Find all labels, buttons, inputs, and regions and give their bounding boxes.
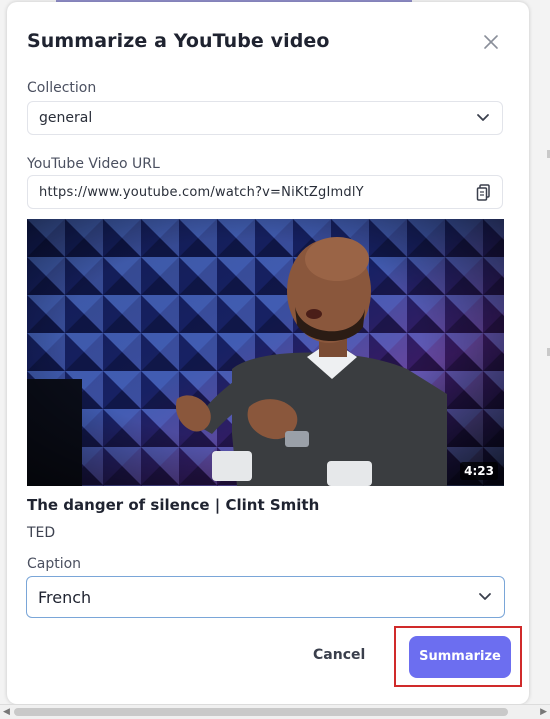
horizontal-scrollbar[interactable]: ◀ ▶ [0, 704, 550, 719]
scroll-right-icon[interactable]: ▶ [540, 707, 547, 717]
collection-select[interactable]: general [27, 101, 503, 135]
caption-label: Caption [27, 556, 82, 572]
summarize-button[interactable]: Summarize [409, 636, 511, 678]
cancel-button[interactable]: Cancel [313, 647, 365, 663]
scrollbar-thumb[interactable] [14, 708, 508, 716]
video-thumbnail[interactable]: 4:23 [27, 219, 504, 486]
collection-value: general [39, 110, 93, 126]
chevron-down-icon [477, 114, 489, 121]
url-input[interactable]: https://www.youtube.com/watch?v=NiKtZgIm… [27, 175, 503, 209]
url-value: https://www.youtube.com/watch?v=NiKtZgIm… [39, 185, 364, 200]
url-label: YouTube Video URL [27, 156, 160, 172]
caption-select[interactable]: French [26, 576, 505, 618]
caption-value: French [38, 588, 92, 607]
summarize-dialog: Summarize a YouTube video Collection gen… [7, 2, 529, 704]
speaker-image [27, 219, 504, 486]
video-duration: 4:23 [460, 462, 498, 480]
clipboard-icon[interactable] [476, 184, 492, 202]
chevron-down-icon [479, 593, 491, 600]
video-channel: TED [27, 525, 56, 541]
dialog-title: Summarize a YouTube video [27, 30, 330, 52]
close-icon[interactable] [480, 31, 502, 53]
collection-label: Collection [27, 80, 97, 96]
scroll-left-icon[interactable]: ◀ [3, 707, 10, 717]
video-title: The danger of silence | Clint Smith [27, 496, 320, 514]
